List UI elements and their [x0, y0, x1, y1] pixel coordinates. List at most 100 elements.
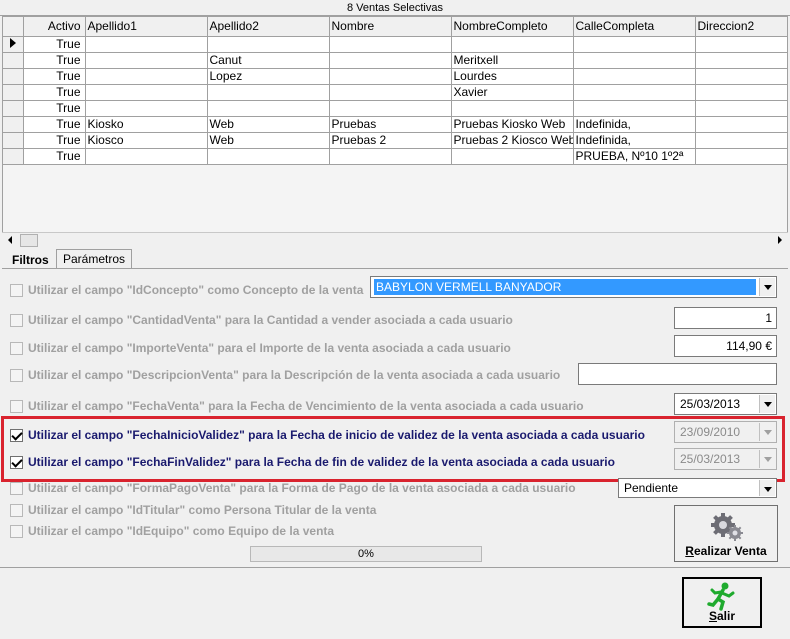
table-cell[interactable] [329, 68, 452, 85]
option-cantidad[interactable]: Utilizar el campo "CantidadVenta" para l… [10, 312, 513, 328]
table-row[interactable]: True PRUEBA, Nº10 1º2ª [3, 148, 787, 165]
formapago-select[interactable]: Pendiente [618, 478, 777, 498]
checkbox-importe[interactable] [10, 341, 23, 355]
col-header-apellido2[interactable]: Apellido2 [207, 17, 330, 37]
option-fechafin[interactable]: Utilizar el campo "FechaFinValidez" para… [10, 454, 615, 470]
col-header-nombre[interactable]: Nombre [329, 17, 452, 37]
table-cell[interactable] [695, 36, 787, 53]
option-fechainicio[interactable]: Utilizar el campo "FechaInicioValidez" p… [10, 427, 645, 443]
table-cell[interactable] [695, 116, 787, 133]
fechafin-picker[interactable]: 25/03/2013 [674, 448, 777, 470]
table-cell[interactable]: Pruebas 2 Kiosco Web [451, 132, 574, 149]
table-cell[interactable]: True [23, 52, 86, 69]
option-descripcion[interactable]: Utilizar el campo "DescripcionVenta" par… [10, 367, 560, 383]
table-cell[interactable]: Indefinida, [573, 132, 696, 149]
checkbox-cantidad[interactable] [10, 313, 23, 327]
table-cell[interactable]: Pruebas Kiosko Web [451, 116, 574, 133]
table-row[interactable]: True Kiosko Web Pruebas Pruebas Kiosko Web In… [3, 116, 787, 133]
table-cell[interactable] [85, 84, 208, 101]
table-cell[interactable]: True [23, 100, 86, 117]
checkbox-fechaventa[interactable] [10, 399, 23, 413]
calendar-dropdown-icon[interactable] [759, 450, 775, 468]
table-cell[interactable] [85, 100, 208, 117]
ventas-grid[interactable]: Activo Apellido1 Apellido2 Nombre Nombre… [2, 16, 788, 248]
table-cell[interactable]: True [23, 132, 86, 149]
table-cell[interactable] [573, 52, 696, 69]
fechaventa-picker[interactable]: 25/03/2013 [674, 393, 777, 415]
table-cell[interactable]: Kiosko [85, 116, 208, 133]
col-header-nombrecompleto[interactable]: NombreCompleto [451, 17, 574, 37]
table-cell[interactable]: Web [207, 116, 330, 133]
option-formapago[interactable]: Utilizar el campo "FormaPagoVenta" para … [10, 480, 576, 496]
col-header-activo[interactable]: Activo [23, 17, 86, 37]
col-header-direccion2[interactable]: Direccion2 [695, 17, 787, 37]
table-cell[interactable]: True [23, 84, 86, 101]
table-cell[interactable] [695, 100, 787, 117]
descripcion-field[interactable] [578, 363, 777, 385]
checkbox-fechafin[interactable] [10, 455, 23, 469]
table-cell[interactable] [573, 84, 696, 101]
table-cell[interactable] [85, 68, 208, 85]
chevron-down-icon[interactable] [759, 480, 775, 496]
checkbox-fechainicio[interactable] [10, 428, 23, 442]
table-cell[interactable] [695, 148, 787, 165]
checkbox-idconcepto[interactable] [10, 283, 23, 297]
table-cell[interactable] [329, 100, 452, 117]
fechainicio-picker[interactable]: 23/09/2010 [674, 421, 777, 443]
table-cell[interactable] [329, 52, 452, 69]
checkbox-descripcion[interactable] [10, 368, 23, 382]
table-cell[interactable] [573, 36, 696, 53]
chevron-down-icon[interactable] [759, 278, 775, 296]
scroll-right-icon[interactable] [778, 236, 782, 244]
cantidad-field[interactable]: 1 [674, 307, 777, 329]
calendar-dropdown-icon[interactable] [759, 395, 775, 413]
realizar-venta-button[interactable]: Realizar Venta [674, 505, 778, 562]
table-cell[interactable] [695, 52, 787, 69]
table-cell[interactable] [695, 84, 787, 101]
table-cell[interactable] [573, 68, 696, 85]
table-cell[interactable] [695, 132, 787, 149]
table-cell[interactable] [85, 52, 208, 69]
table-cell[interactable] [207, 100, 330, 117]
table-cell[interactable] [329, 84, 452, 101]
table-cell[interactable]: Pruebas 2 [329, 132, 452, 149]
scroll-left-icon[interactable] [8, 236, 12, 244]
checkbox-idtitular[interactable] [10, 503, 23, 517]
table-cell[interactable]: Web [207, 132, 330, 149]
table-cell[interactable]: Indefinida, [573, 116, 696, 133]
table-cell[interactable]: True [23, 36, 86, 53]
table-row[interactable]: True Xavier [3, 84, 787, 101]
col-header-apellido1[interactable]: Apellido1 [85, 17, 208, 37]
table-cell[interactable]: Kiosco [85, 132, 208, 149]
grid-horizontal-scrollbar[interactable] [2, 232, 788, 248]
row-selector[interactable] [3, 84, 24, 101]
table-cell[interactable]: Lopez [207, 68, 330, 85]
table-cell[interactable] [451, 36, 574, 53]
table-cell[interactable]: Meritxell [451, 52, 574, 69]
table-cell[interactable]: Lourdes [451, 68, 574, 85]
importe-field[interactable]: 114,90 € [674, 335, 777, 357]
row-selector[interactable] [3, 52, 24, 69]
tab-parametros[interactable]: Parámetros [56, 249, 133, 269]
table-cell[interactable]: Canut [207, 52, 330, 69]
table-cell[interactable]: Xavier [451, 84, 574, 101]
table-cell[interactable] [207, 148, 330, 165]
table-row[interactable]: True Canut Meritxell [3, 52, 787, 69]
table-cell[interactable] [451, 100, 574, 117]
option-importe[interactable]: Utilizar el campo "ImporteVenta" para el… [10, 340, 511, 356]
table-cell[interactable] [451, 148, 574, 165]
table-cell[interactable]: Pruebas [329, 116, 452, 133]
row-selector[interactable] [3, 116, 24, 133]
table-cell[interactable] [329, 36, 452, 53]
table-row[interactable]: True Kiosco Web Pruebas 2 Pruebas 2 Kiosco W… [3, 132, 787, 149]
table-cell[interactable] [207, 36, 330, 53]
table-cell[interactable] [329, 148, 452, 165]
scroll-thumb[interactable] [20, 234, 38, 247]
checkbox-formapago[interactable] [10, 481, 23, 495]
table-row[interactable]: True [3, 100, 787, 117]
table-cell[interactable] [695, 68, 787, 85]
option-idequipo[interactable]: Utilizar el campo "IdEquipo" como Equipo… [10, 523, 334, 539]
table-cell[interactable]: PRUEBA, Nº10 1º2ª [573, 148, 696, 165]
concepto-select[interactable]: BABYLON VERMELL BANYADOR [370, 276, 777, 298]
calendar-dropdown-icon[interactable] [759, 423, 775, 441]
